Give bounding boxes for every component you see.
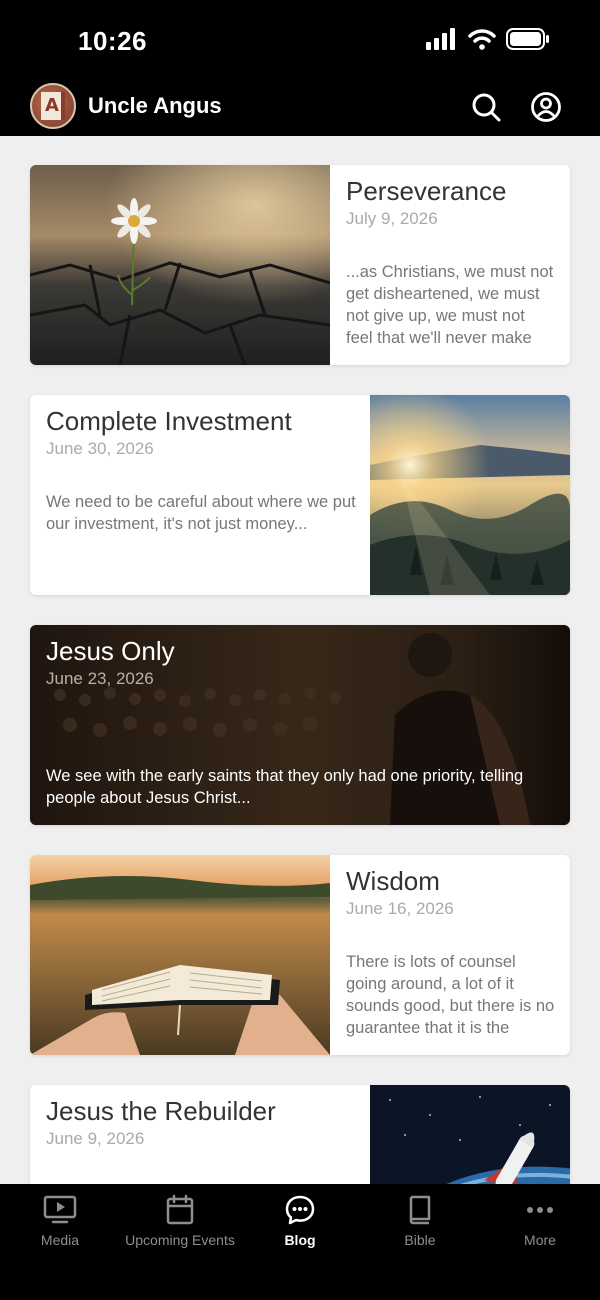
tab-upcoming-events[interactable]: Upcoming Events — [120, 1194, 240, 1264]
chat-bubble-icon — [285, 1195, 315, 1225]
blog-card-jesus-the-rebuilder[interactable]: Jesus the Rebuilder June 9, 2026 — [30, 1085, 570, 1184]
account-button[interactable] — [530, 91, 562, 123]
post-date: June 9, 2026 — [46, 1129, 145, 1148]
status-icons — [426, 28, 550, 50]
calendar-icon — [166, 1194, 194, 1225]
tab-media[interactable]: Media — [0, 1194, 120, 1264]
post-image-sunrise-mountains — [370, 395, 570, 595]
post-title: Jesus the Rebuilder — [46, 1096, 276, 1126]
tab-bar: Media Upcoming Events Blog Bible More — [0, 1184, 600, 1300]
monitor-play-icon — [43, 1195, 77, 1224]
excerpt-fade — [516, 343, 556, 365]
search-button[interactable] — [470, 91, 502, 123]
tab-label: More — [524, 1232, 556, 1248]
card-text: Wisdom June 16, 2026 There is lots of co… — [346, 855, 556, 1055]
blog-card-wisdom[interactable]: Wisdom June 16, 2026 There is lots of co… — [30, 855, 570, 1055]
cellular-signal-icon — [426, 28, 455, 50]
post-title: Complete Investment — [46, 406, 292, 436]
post-excerpt: ...as Christians, we must not get dishea… — [346, 263, 554, 347]
app-logo[interactable]: A — [30, 83, 76, 129]
post-image-rocket-earth — [370, 1085, 570, 1184]
tab-label: Bible — [404, 1232, 436, 1248]
logo-bar — [61, 92, 65, 120]
user-icon — [531, 92, 561, 122]
status-bar: 10:26 — [0, 0, 600, 80]
app-header: A Uncle Angus — [0, 80, 600, 136]
card-text: Jesus the Rebuilder June 9, 2026 — [46, 1085, 356, 1184]
tab-more[interactable]: More — [480, 1194, 600, 1264]
post-excerpt: There is lots of counsel going around, a… — [346, 953, 555, 1037]
tab-bible[interactable]: Bible — [360, 1194, 480, 1264]
battery-icon — [506, 28, 549, 50]
tab-label: Blog — [284, 1232, 316, 1248]
post-date: June 16, 2026 — [346, 899, 454, 918]
search-icon — [472, 93, 501, 122]
tab-blog[interactable]: Blog — [240, 1194, 360, 1264]
excerpt-fade — [516, 1033, 556, 1055]
status-time: 10:26 — [78, 26, 147, 56]
app-title: Uncle Angus — [88, 93, 222, 118]
book-icon — [409, 1195, 431, 1225]
tab-label: Upcoming Events — [125, 1232, 235, 1248]
more-dots-icon — [527, 1207, 553, 1213]
post-title: Jesus Only — [46, 636, 175, 666]
post-title: Wisdom — [346, 866, 440, 896]
post-image-cracked-earth-flower — [30, 165, 330, 365]
post-date: June 23, 2026 — [46, 669, 154, 688]
blog-card-complete-investment[interactable]: Complete Investment June 30, 2026 We nee… — [30, 395, 570, 595]
blog-card-jesus-only[interactable]: Jesus Only June 23, 2026 We see with the… — [30, 625, 570, 825]
post-date: June 30, 2026 — [46, 439, 154, 458]
blog-card-perseverance[interactable]: Perseverance July 9, 2026 ...as Christia… — [30, 165, 570, 365]
tab-label: Media — [40, 1232, 80, 1248]
blog-feed[interactable]: Perseverance July 9, 2026 ...as Christia… — [0, 136, 600, 1184]
post-excerpt: We see with the early saints that they o… — [46, 767, 524, 807]
post-date: July 9, 2026 — [346, 209, 438, 228]
card-text: Jesus Only June 23, 2026 We see with the… — [46, 625, 556, 825]
card-text: Complete Investment June 30, 2026 We nee… — [46, 395, 356, 595]
post-title: Perseverance — [346, 176, 507, 206]
card-text: Perseverance July 9, 2026 ...as Christia… — [346, 165, 556, 365]
wifi-icon — [468, 29, 496, 50]
post-excerpt: We need to be careful about where we put… — [46, 493, 356, 533]
post-image-open-bible-field — [30, 855, 330, 1055]
logo-letter: A — [45, 95, 59, 116]
